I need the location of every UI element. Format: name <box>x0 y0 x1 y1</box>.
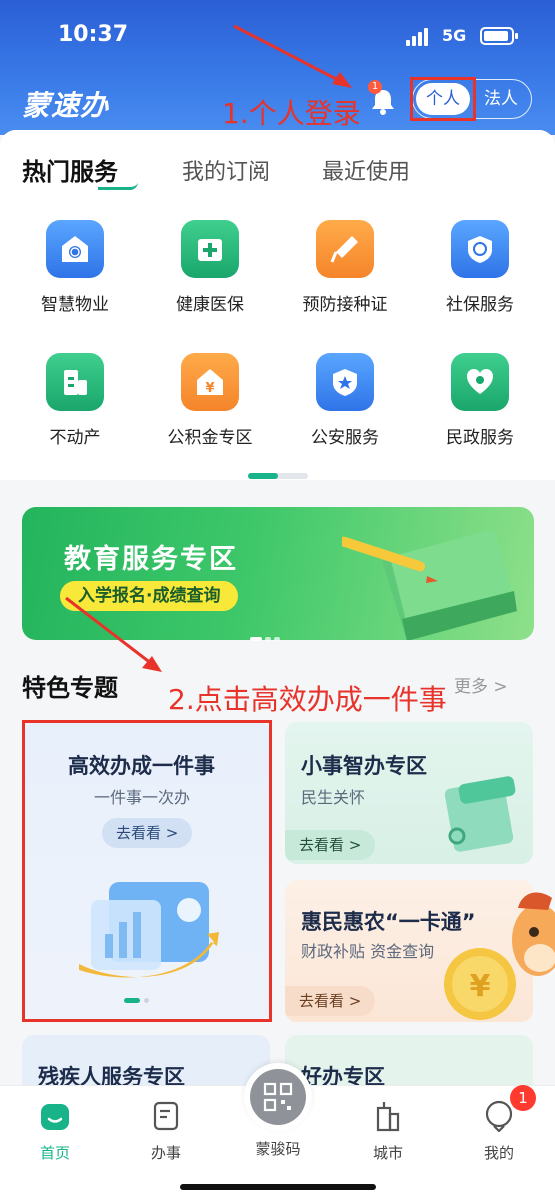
card-go-button[interactable]: 去看看 > <box>285 986 376 1016</box>
feature-card-one-card[interactable]: 惠民惠农“一卡通” 财政补贴 资金查询 去看看 > ¥ <box>285 880 533 1022</box>
card-title: 小事智办专区 <box>301 754 427 778</box>
civil-affairs-icon <box>451 353 509 411</box>
status-time: 10:37 <box>58 22 129 47</box>
service-medical-insurance[interactable]: 健康医保 <box>150 220 270 315</box>
features-title: 特色专题 <box>22 674 118 702</box>
service-label: 不动产 <box>49 428 101 448</box>
services-page-indicator <box>248 473 308 479</box>
police-icon <box>316 353 374 411</box>
service-civil-affairs[interactable]: 民政服务 <box>420 353 540 448</box>
tab-recently-used[interactable]: 最近使用 <box>322 154 410 186</box>
annotation-arrow-icon <box>233 24 352 88</box>
affairs-icon <box>153 1101 179 1131</box>
banner-title: 教育服务专区 <box>64 544 238 575</box>
signal-icon <box>406 28 432 46</box>
service-label: 健康医保 <box>176 295 244 315</box>
nav-label: 首页 <box>39 1144 70 1162</box>
banner-page-indicator <box>250 626 283 645</box>
svg-text:¥: ¥ <box>205 381 214 396</box>
card-title: 惠民惠农“一卡通” <box>301 910 476 934</box>
service-label: 智慧物业 <box>41 295 109 315</box>
tab-active-indicator <box>98 182 138 190</box>
nav-city[interactable]: 城市 <box>348 1100 428 1163</box>
service-housing-fund[interactable]: ¥ 公积金专区 <box>150 353 270 448</box>
qr-code-button[interactable] <box>250 1069 306 1125</box>
service-label: 公安服务 <box>311 428 379 448</box>
toggle-legal-button[interactable]: 法人 <box>474 83 528 115</box>
vaccine-icon <box>316 220 374 278</box>
nav-label: 蒙骏码 <box>255 1140 301 1158</box>
profile-icon <box>485 1100 513 1133</box>
nav-label: 我的 <box>483 1144 514 1162</box>
medical-insurance-icon <box>181 220 239 278</box>
service-social-security[interactable]: 社保服务 <box>420 220 540 315</box>
profile-badge: 1 <box>510 1085 536 1111</box>
app-logo: 蒙速办 <box>22 89 110 122</box>
qr-code-icon <box>263 1082 293 1112</box>
card-go-button[interactable]: 去看看 > <box>285 830 376 860</box>
service-vaccine[interactable]: 预防接种证 <box>285 220 405 315</box>
feature-card-small-matters[interactable]: 小事智办专区 民生关怀 去看看 > <box>285 722 533 864</box>
service-label: 民政服务 <box>446 428 514 448</box>
annotation-highlight-box <box>22 720 272 1022</box>
smart-property-icon <box>46 220 104 278</box>
svg-text:¥: ¥ <box>470 969 491 1004</box>
tab-my-subscriptions[interactable]: 我的订阅 <box>182 154 270 186</box>
card-subtitle: 财政补贴 资金查询 <box>301 942 435 961</box>
nav-label: 城市 <box>372 1144 403 1162</box>
nav-affairs[interactable]: 办事 <box>126 1100 206 1163</box>
service-label: 公积金专区 <box>167 428 253 448</box>
social-security-icon <box>451 220 509 278</box>
annotation-step2: 2.点击高效办成一件事 <box>168 683 447 716</box>
network-label: 5G <box>442 26 467 45</box>
real-estate-icon <box>46 353 104 411</box>
service-real-estate[interactable]: 不动产 <box>15 353 135 448</box>
nav-label: 办事 <box>150 1144 181 1162</box>
card-subtitle: 民生关怀 <box>301 788 366 807</box>
home-icon <box>41 1104 69 1130</box>
annotation-highlight-box <box>410 77 476 121</box>
service-smart-property[interactable]: 智慧物业 <box>15 220 135 315</box>
mascot-horse-icon <box>512 892 555 976</box>
book-pen-icon <box>342 529 517 640</box>
service-police[interactable]: 公安服务 <box>285 353 405 448</box>
service-label: 预防接种证 <box>302 295 388 315</box>
service-label: 社保服务 <box>446 295 514 315</box>
city-icon <box>376 1102 400 1132</box>
features-more-link[interactable]: 更多 > <box>454 672 508 697</box>
annotation-step1: 1.个人登录 <box>222 97 361 130</box>
battery-icon <box>480 27 518 45</box>
notification-badge: 1 <box>368 80 382 94</box>
housing-fund-icon: ¥ <box>181 353 239 411</box>
nav-home[interactable]: 首页 <box>15 1100 95 1163</box>
smart-document-icon <box>444 776 516 852</box>
home-indicator <box>180 1184 376 1190</box>
nav-qr-label-item[interactable]: 蒙骏码 <box>238 1138 318 1159</box>
